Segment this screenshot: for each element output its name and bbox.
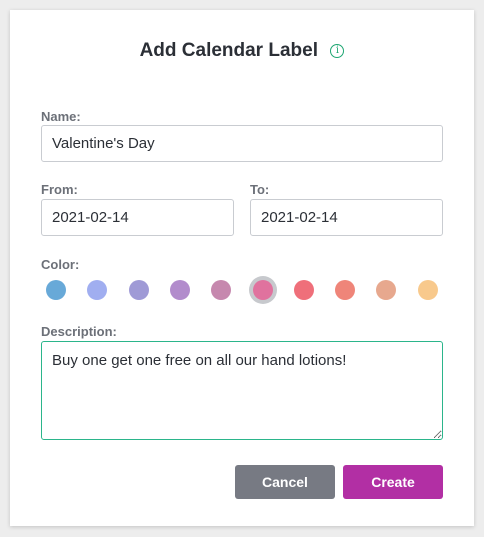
to-date-input[interactable] (250, 199, 443, 236)
create-button[interactable]: Create (343, 465, 443, 499)
from-label: From: (41, 182, 78, 197)
dialog-title: Add Calendar Label (139, 40, 318, 61)
color-swatch[interactable] (417, 280, 438, 300)
color-swatch[interactable] (376, 280, 397, 300)
color-swatch[interactable] (169, 280, 190, 300)
color-swatch[interactable] (46, 280, 66, 300)
color-label: Color: (41, 257, 80, 272)
color-picker (41, 276, 451, 304)
color-swatch[interactable] (128, 280, 149, 300)
color-swatch[interactable] (252, 280, 273, 300)
to-label: To: (250, 182, 270, 197)
description-textarea[interactable]: Buy one get one free on all our hand lot… (41, 341, 443, 440)
dialog-header: Add Calendar Label i (10, 40, 474, 66)
color-swatch[interactable] (87, 280, 108, 300)
color-swatch[interactable] (293, 280, 314, 300)
name-input[interactable] (41, 125, 443, 162)
cancel-button[interactable]: Cancel (235, 465, 335, 499)
color-swatch[interactable] (335, 280, 356, 300)
info-icon[interactable]: i (330, 44, 345, 58)
name-label: Name: (41, 109, 81, 124)
description-label: Description: (41, 324, 117, 339)
color-swatch[interactable] (211, 280, 232, 300)
add-calendar-label-dialog: Add Calendar Label i Name: From: To: Col… (10, 10, 474, 526)
from-date-input[interactable] (41, 199, 234, 236)
